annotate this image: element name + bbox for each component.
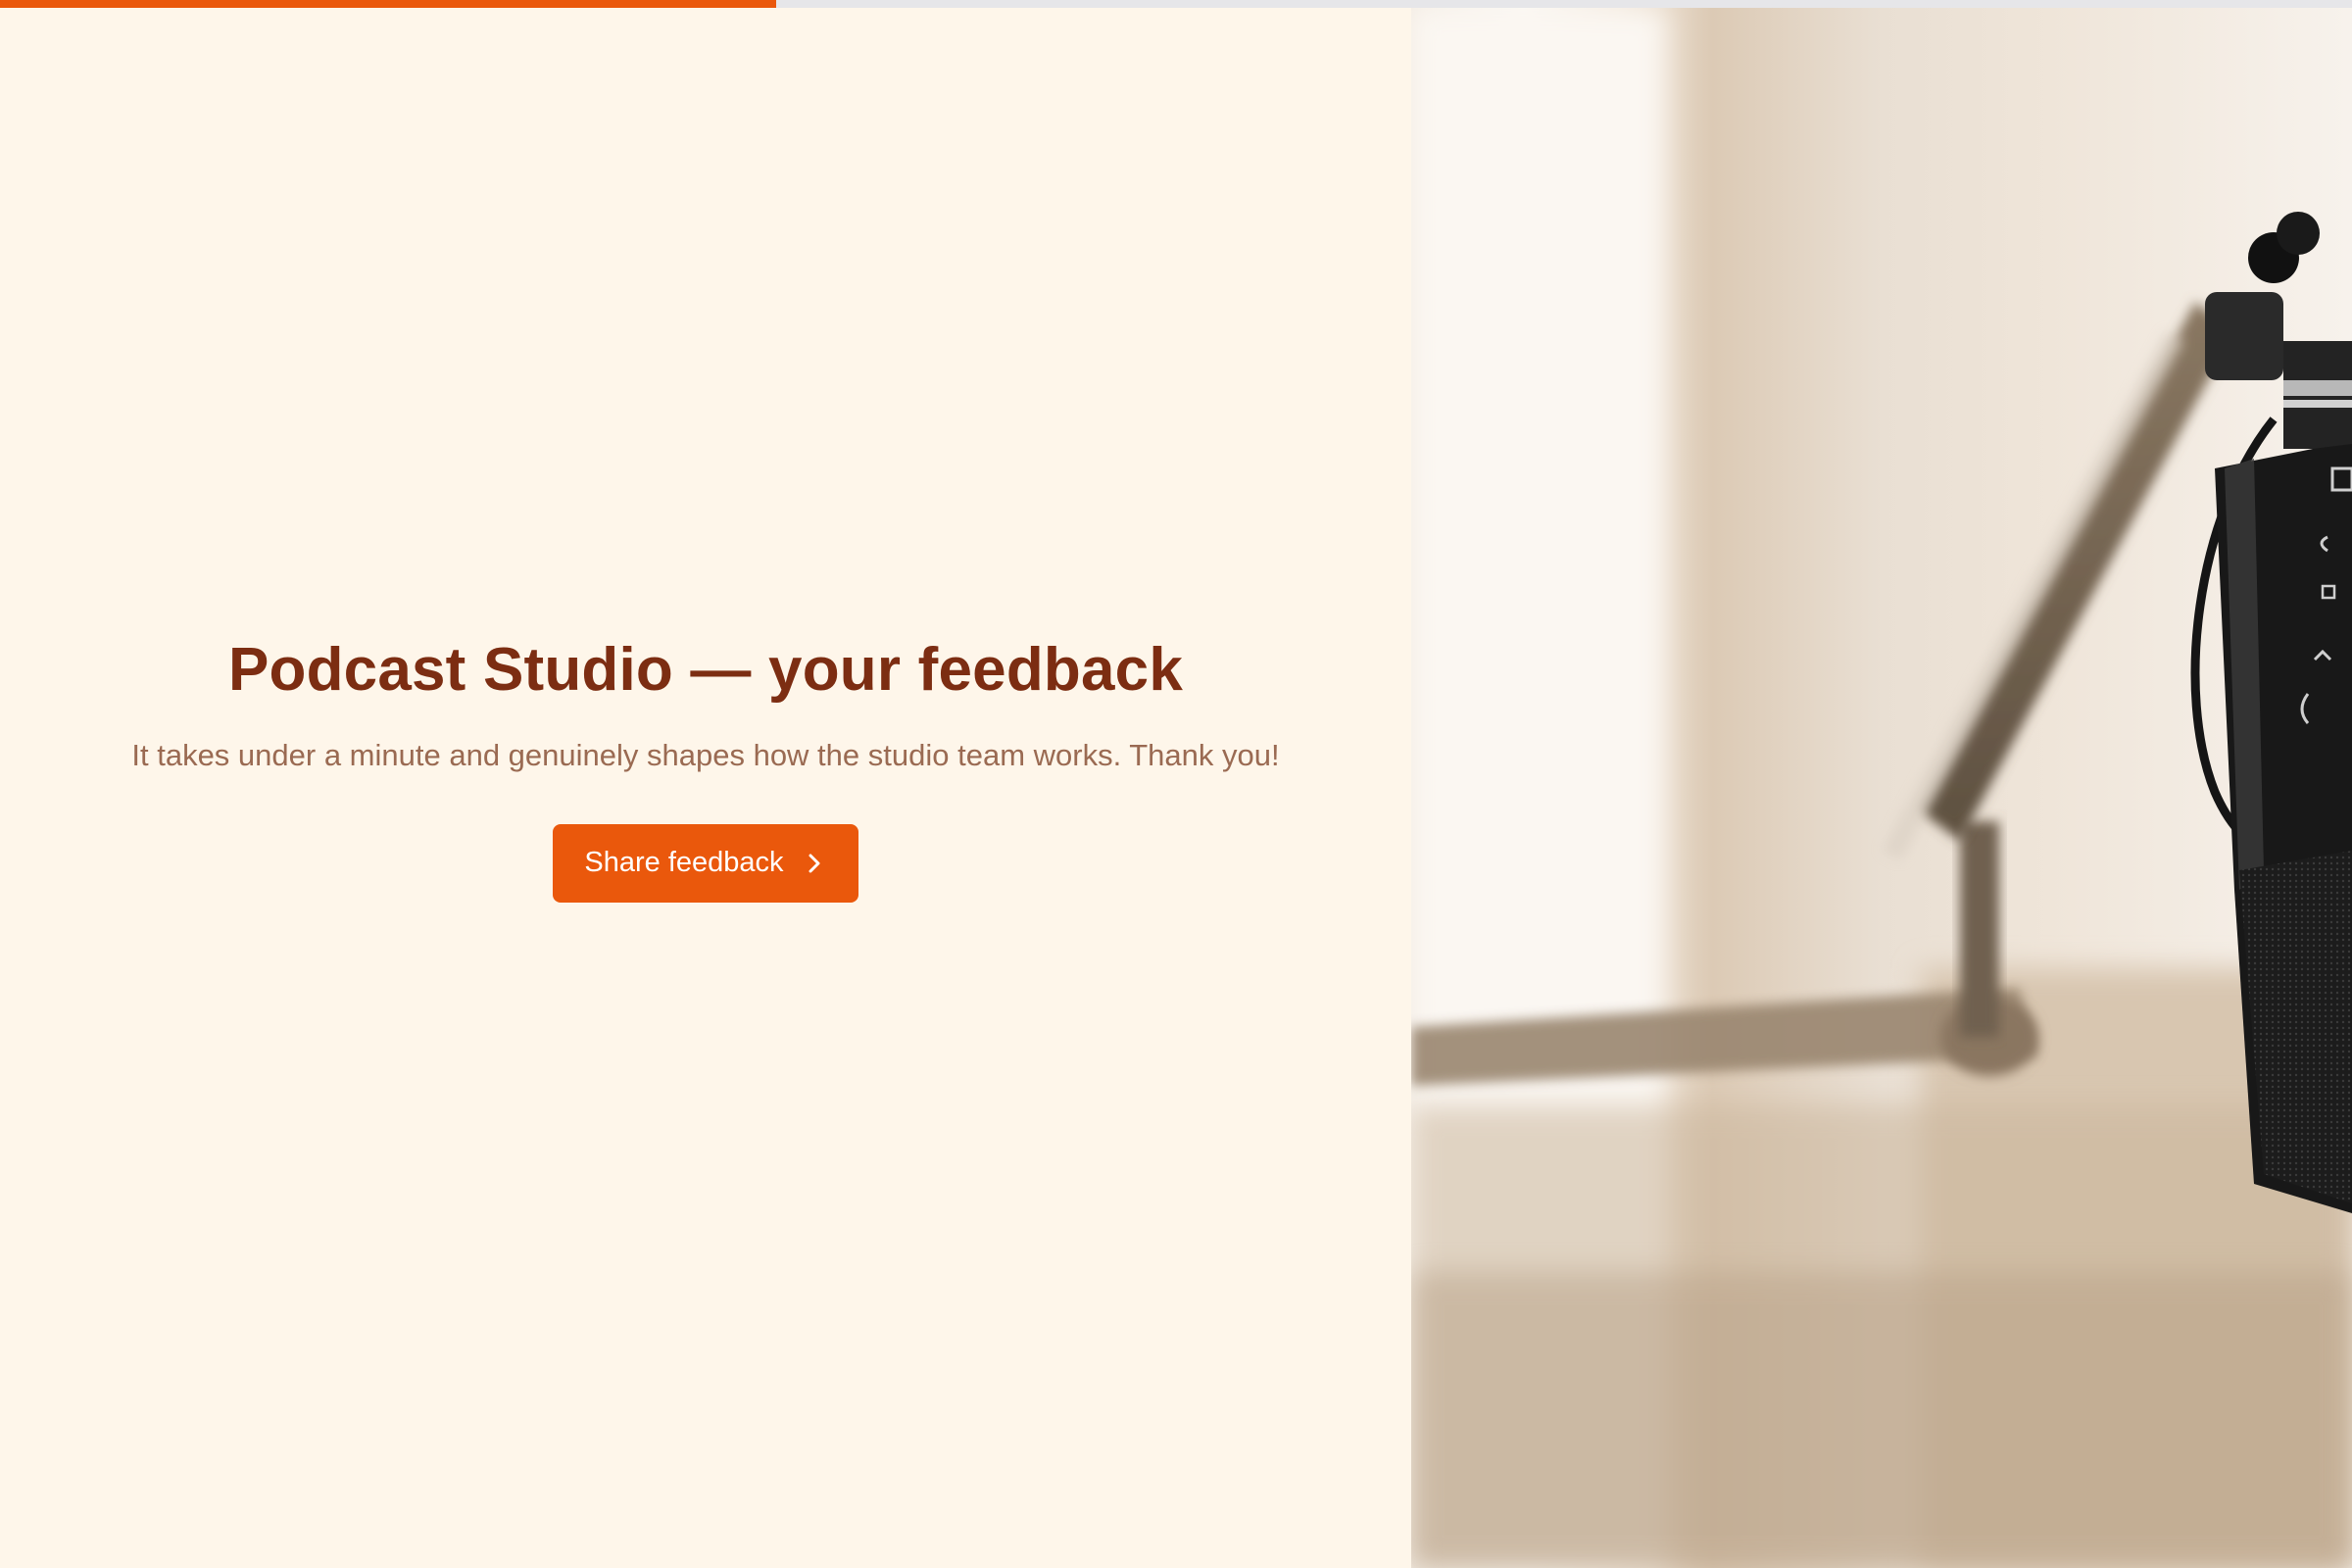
page-title: Podcast Studio — your feedback	[227, 635, 1184, 704]
microphone-photo	[1411, 8, 2352, 1568]
share-feedback-label: Share feedback	[584, 847, 784, 878]
welcome-panel: Podcast Studio — your feedback It takes …	[0, 8, 1411, 1568]
progress-bar	[0, 0, 2352, 8]
chevron-right-icon	[806, 851, 823, 876]
share-feedback-button[interactable]: Share feedback	[553, 823, 858, 903]
welcome-content: Podcast Studio — your feedback It takes …	[131, 635, 1280, 903]
progress-bar-fill	[0, 0, 776, 8]
page-subtitle: It takes under a minute and genuinely sh…	[131, 737, 1280, 772]
